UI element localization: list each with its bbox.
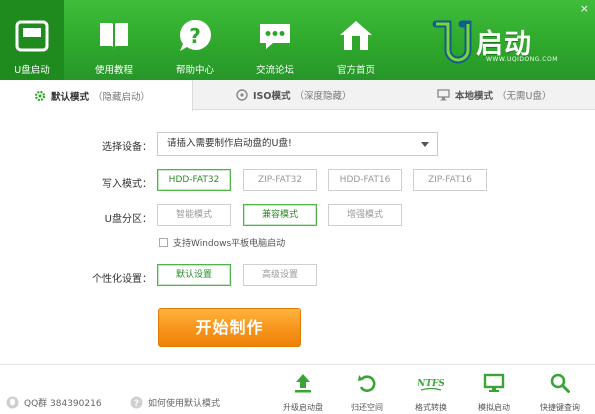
brand-url: WWW.UQIDONG.COM [486, 56, 558, 63]
nav-usb-boot[interactable]: U盘启动 [0, 0, 64, 80]
tool-hotkey-search[interactable]: 快捷键查询 [532, 372, 588, 413]
nav-label: U盘启动 [14, 65, 50, 76]
book-icon [100, 23, 128, 49]
nav-tutorial[interactable]: 使用教程 [82, 0, 146, 80]
restore-icon [358, 375, 376, 392]
tab-title: 默认模式 [51, 91, 90, 103]
qq-group-text: QQ群 384390216 [24, 399, 102, 409]
device-select-value: 请插入需要制作启动盘的U盘! [167, 138, 292, 149]
nav-label: 帮助中心 [175, 65, 214, 76]
search-icon [550, 373, 570, 393]
tool-label: 归还空间 [351, 403, 383, 412]
tool-format-convert[interactable]: NTFS 格式转换 [403, 372, 459, 413]
tab-title: ISO模式 [253, 91, 291, 102]
tab-subtitle: （隐藏启动） [93, 91, 151, 103]
ntfs-icon: NTFS [418, 379, 444, 391]
svg-text:?: ? [189, 24, 201, 48]
monitor-icon [437, 89, 450, 101]
qq-group: QQ群 384390216 [6, 396, 102, 409]
tool-label: 格式转换 [415, 403, 447, 412]
home-icon [340, 21, 372, 50]
write-mode-hdd-fat16[interactable]: HDD-FAT16 [328, 169, 402, 191]
simulate-boot-icon [483, 373, 505, 392]
tool-label: 快捷键查询 [540, 403, 580, 412]
mode-tabbar: 默认模式 （隐藏启动） ISO模式 （深度隐藏） 本地模式 （无需U盘） [0, 80, 595, 111]
nav-help-center[interactable]: ? 帮助中心 [163, 0, 227, 80]
chevron-down-icon [421, 142, 429, 147]
write-mode-label: 写入模式： [102, 179, 152, 190]
help-circle-icon: ? [130, 396, 143, 409]
tab-iso-mode[interactable]: ISO模式 （深度隐藏） [236, 80, 351, 110]
tab-title: 本地模式 [455, 91, 494, 102]
tool-simulate-boot[interactable]: 模拟启动 [466, 372, 522, 413]
chat-icon [260, 24, 290, 49]
tablet-boot-label: 支持Windows平板电脑启动 [173, 239, 286, 249]
partition-enhanced[interactable]: 增强模式 [328, 204, 402, 226]
tab-subtitle: （无需U盘） [497, 91, 552, 102]
nav-forum[interactable]: 交流论坛 [243, 0, 307, 80]
help-link-text: 如何使用默认模式 [148, 399, 221, 409]
tab-subtitle: （深度隐藏） [294, 91, 352, 102]
help-link[interactable]: ? 如何使用默认模式 [130, 396, 220, 409]
personalize-default[interactable]: 默认设置 [157, 264, 231, 286]
nav-label: 使用教程 [94, 65, 133, 76]
write-mode-zip-fat32[interactable]: ZIP-FAT32 [243, 169, 317, 191]
header-bar: U盘启动 使用教程 ? 帮助中心 交流论坛 官方首页 启动 WWW.UQIDON… [0, 0, 595, 80]
close-icon[interactable]: × [580, 2, 589, 15]
tool-restore[interactable]: 归还空间 [339, 372, 395, 413]
personalize-advanced[interactable]: 高级设置 [243, 264, 317, 286]
tool-label: 模拟启动 [478, 403, 510, 412]
svg-text:?: ? [134, 399, 139, 409]
nav-label: 交流论坛 [255, 65, 294, 76]
nav-label: 官方首页 [336, 65, 375, 76]
partition-label: U盘分区： [104, 214, 152, 225]
nav-home[interactable]: 官方首页 [324, 0, 388, 80]
partition-compatible[interactable]: 兼容模式 [243, 204, 317, 226]
device-label: 选择设备： [102, 142, 152, 153]
tab-default-mode[interactable]: 默认模式 （隐藏启动） [0, 80, 193, 111]
tab-local-mode[interactable]: 本地模式 （无需U盘） [437, 80, 551, 110]
gear-icon [34, 90, 46, 101]
help-icon: ? [180, 19, 211, 51]
tool-upgrade[interactable]: 升级启动盘 [275, 372, 331, 413]
write-mode-zip-fat16[interactable]: ZIP-FAT16 [413, 169, 487, 191]
qq-icon [6, 396, 19, 409]
write-mode-hdd-fat32[interactable]: HDD-FAT32 [157, 169, 231, 191]
tool-label: 升级启动盘 [283, 403, 323, 412]
usb-drive-icon [15, 20, 49, 52]
device-select[interactable]: 请插入需要制作启动盘的U盘! [157, 132, 438, 156]
disc-icon [236, 89, 248, 101]
upgrade-icon [295, 374, 311, 393]
start-button[interactable]: 开始制作 [158, 308, 301, 347]
partition-smart[interactable]: 智能模式 [157, 204, 231, 226]
personalize-label: 个性化设置： [92, 274, 152, 285]
ntfs-icon-text: NTFS [418, 379, 444, 389]
tablet-boot-checkbox[interactable] [159, 238, 168, 247]
